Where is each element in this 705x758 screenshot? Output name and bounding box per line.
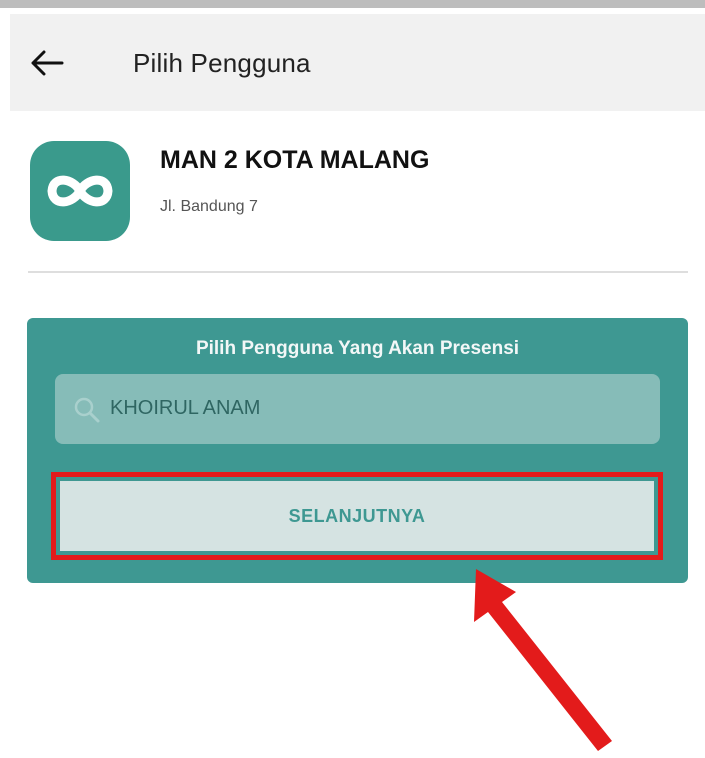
school-logo	[30, 141, 130, 241]
school-address: Jl. Bandung 7	[160, 198, 258, 215]
card-title: Pilih Pengguna Yang Akan Presensi	[195, 338, 520, 359]
infinity-icon	[47, 175, 113, 207]
status-strip	[0, 0, 705, 8]
school-name: MAN 2 KOTA MALANG	[160, 146, 430, 174]
search-icon	[73, 396, 101, 424]
next-button[interactable]: SELANJUTNYA	[60, 481, 654, 551]
app-bar: Pilih Pengguna	[10, 14, 705, 111]
divider	[28, 271, 688, 273]
arrow-left-icon[interactable]	[30, 50, 64, 76]
search-value: KHOIRUL ANAM	[110, 397, 261, 419]
user-search-field[interactable]: KHOIRUL ANAM	[55, 374, 660, 444]
page-title: Pilih Pengguna	[133, 48, 311, 78]
user-select-card: Pilih Pengguna Yang Akan Presensi KHOIRU…	[27, 318, 688, 583]
